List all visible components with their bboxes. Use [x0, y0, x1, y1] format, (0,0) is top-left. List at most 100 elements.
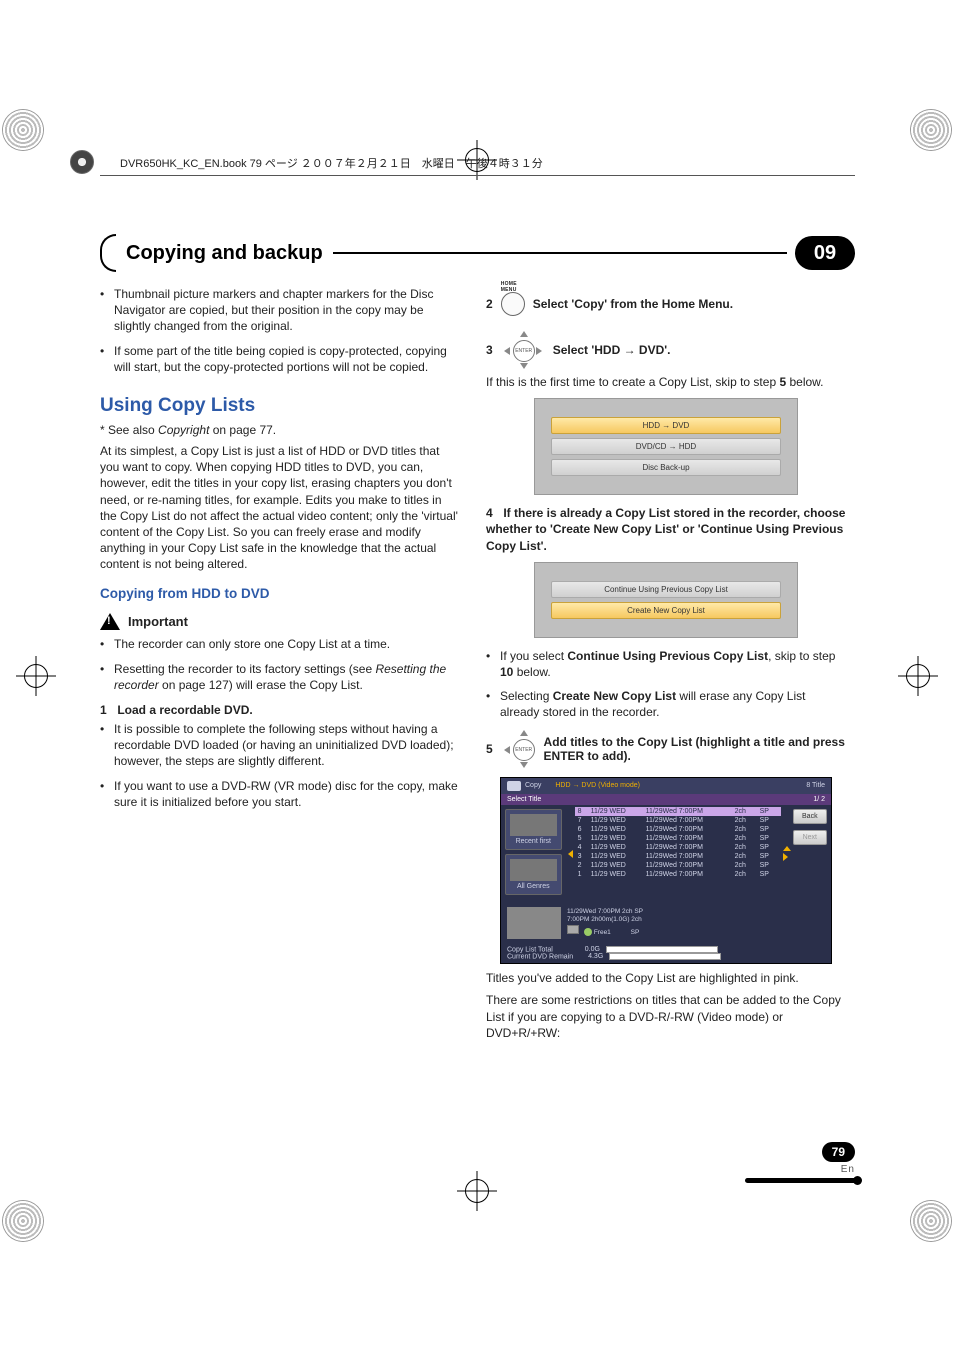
free-icon	[584, 928, 592, 936]
title-row[interactable]: 811/29 WED11/29Wed 7:00PM2chSP	[575, 807, 781, 816]
menu-item-disc-backup[interactable]: Disc Back-up	[551, 459, 781, 476]
bold: Continue Using Previous Copy List	[567, 649, 768, 663]
chapter-title: Copying and backup	[116, 242, 333, 265]
step-text: Select 'HDD → DVD'.	[553, 343, 671, 357]
cell-mode: SP	[760, 808, 778, 815]
cell-ch: 2ch	[735, 853, 757, 860]
important-label: Important	[128, 614, 188, 629]
step-text: Add titles to the Copy List (highlight a…	[544, 735, 846, 763]
bullet-item: It is possible to complete the following…	[100, 721, 460, 770]
cell-mode: SP	[760, 835, 778, 842]
bullet-item: Resetting the recorder to its factory se…	[100, 661, 460, 693]
step-number: 1	[100, 703, 114, 717]
step-3: 3 ENTER Select 'HDD → DVD'.	[486, 330, 846, 370]
title-row[interactable]: 411/29 WED11/29Wed 7:00PM2chSP	[575, 843, 781, 852]
cell-dt: 11/29Wed 7:00PM	[646, 871, 732, 878]
detail-meta: 11/29Wed 7:00PM 2ch SP 7:00PM 2h00m(1.0G…	[567, 908, 643, 937]
panel-recent-first[interactable]: Recent first	[505, 809, 562, 850]
home-menu-button-icon	[501, 292, 525, 316]
bullet-item: The recorder can only store one Copy Lis…	[100, 636, 460, 652]
cell-ch: 2ch	[735, 862, 757, 869]
cell-mode: SP	[760, 817, 778, 824]
back-button[interactable]: Back	[793, 809, 827, 824]
step-text: Select 'Copy' from the Home Menu.	[533, 297, 733, 311]
copy-list-choice-menu: Continue Using Previous Copy List Create…	[534, 562, 798, 638]
title-row[interactable]: 711/29 WED11/29Wed 7:00PM2chSP	[575, 816, 781, 825]
enter-button-icon: ENTER	[513, 340, 535, 362]
cell-ch: 2ch	[735, 844, 757, 851]
page-number-block: 79 En	[745, 1142, 855, 1183]
dvd-remain-value: 4.3G	[588, 953, 603, 960]
next-button[interactable]: Next	[793, 830, 827, 845]
copy-list-total-label: Copy List Total	[507, 946, 553, 953]
header-rule	[100, 175, 855, 176]
menu-item-continue-previous[interactable]: Continue Using Previous Copy List	[551, 581, 781, 598]
print-rosette-top-left	[3, 110, 43, 150]
sd-icon	[567, 925, 579, 934]
page-number: 79	[822, 1142, 855, 1162]
print-rosette-bottom-left	[3, 1201, 43, 1241]
title-row[interactable]: 611/29 WED11/29Wed 7:00PM2chSP	[575, 825, 781, 834]
ring-binding-icon	[70, 150, 94, 174]
after-shot-para-2: There are some restrictions on titles th…	[486, 992, 846, 1041]
after-menu-bullets: If you select Continue Using Previous Co…	[486, 648, 846, 721]
step-number: 5	[486, 742, 493, 756]
text: If you select	[500, 649, 567, 663]
step-number: 2	[486, 297, 493, 311]
menu-item-hdd-to-dvd[interactable]: HDD → DVD	[551, 417, 781, 434]
step-1: 1 Load a recordable DVD.	[100, 703, 460, 717]
cell-mode: SP	[760, 844, 778, 851]
important-bullets: The recorder can only store one Copy Lis…	[100, 636, 460, 693]
home-menu-icon-label: HOME MENU	[501, 281, 527, 293]
bullet-item: If some part of the title being copied i…	[100, 343, 460, 375]
body-paragraph: At its simplest, a Copy List is just a l…	[100, 443, 460, 573]
step-text: If there is already a Copy List stored i…	[486, 506, 845, 552]
panel-thumb	[510, 859, 557, 881]
title-row[interactable]: 211/29 WED11/29Wed 7:00PM2chSP	[575, 861, 781, 870]
step3-note: If this is the first time to create a Co…	[486, 374, 846, 390]
cell-ch: 2ch	[735, 817, 757, 824]
shot-footer: Copy List Total 0.0G Current DVD Remain …	[501, 943, 831, 964]
section-heading-using-copy-lists: Using Copy Lists	[100, 395, 460, 417]
panel-all-genres[interactable]: All Genres	[505, 854, 562, 895]
text: on page 127) will erase the Copy List.	[159, 678, 363, 692]
dvd-remain-label: Current DVD Remain	[507, 953, 573, 960]
cell-dt: 11/29Wed 7:00PM	[646, 844, 732, 851]
panel-label: All Genres	[517, 883, 550, 890]
source-file-header: DVR650HK_KC_EN.book 79 ページ ２００７年２月２１日 水曜…	[120, 155, 855, 171]
header-bracket-icon	[100, 234, 116, 272]
cell-n: 5	[578, 835, 588, 842]
menu-item-dvdcd-to-hdd[interactable]: DVD/CD → HDD	[551, 438, 781, 455]
cell-dt: 11/29Wed 7:00PM	[646, 853, 732, 860]
cell-mode: SP	[760, 826, 778, 833]
cell-date: 11/29 WED	[591, 826, 643, 833]
intro-bullets: Thumbnail picture markers and chapter ma…	[100, 286, 460, 375]
title-row[interactable]: 311/29 WED11/29Wed 7:00PM2chSP	[575, 852, 781, 861]
left-column: Thumbnail picture markers and chapter ma…	[100, 286, 460, 1047]
chapter-header: Copying and backup 09	[100, 236, 855, 270]
menu-item-create-new[interactable]: Create New Copy List	[551, 602, 781, 619]
shot-mode: HDD → DVD (Video mode)	[555, 782, 640, 789]
title-row[interactable]: 111/29 WED11/29Wed 7:00PM2chSP	[575, 870, 781, 879]
text: below.	[786, 375, 823, 389]
cell-date: 11/29 WED	[591, 871, 643, 878]
step-4: 4 If there is already a Copy List stored…	[486, 505, 846, 554]
copy-list-total-value: 0.0G	[585, 946, 600, 953]
text: Selecting	[500, 689, 553, 703]
cell-dt: 11/29Wed 7:00PM	[646, 808, 732, 815]
cell-mode: SP	[760, 871, 778, 878]
cell-n: 2	[578, 862, 588, 869]
detail-thumb	[507, 907, 561, 939]
title-row[interactable]: 511/29 WED11/29Wed 7:00PM2chSP	[575, 834, 781, 843]
step-2: 2 HOME MENU Select 'Copy' from the Home …	[486, 292, 846, 316]
cell-dt: 11/29Wed 7:00PM	[646, 862, 732, 869]
important-callout: Important	[100, 613, 460, 630]
page: DVR650HK_KC_EN.book 79 ページ ２００７年２月２１日 水曜…	[0, 0, 954, 1351]
cell-mode: SP	[760, 862, 778, 869]
cell-date: 11/29 WED	[591, 817, 643, 824]
detail-line1: 11/29Wed 7:00PM 2ch SP	[567, 908, 643, 916]
shot-title-count: 8 Title	[806, 782, 825, 789]
bullet-item: If you select Continue Using Previous Co…	[486, 648, 846, 680]
header-rule-line	[333, 252, 787, 254]
bold: 10	[500, 665, 513, 679]
